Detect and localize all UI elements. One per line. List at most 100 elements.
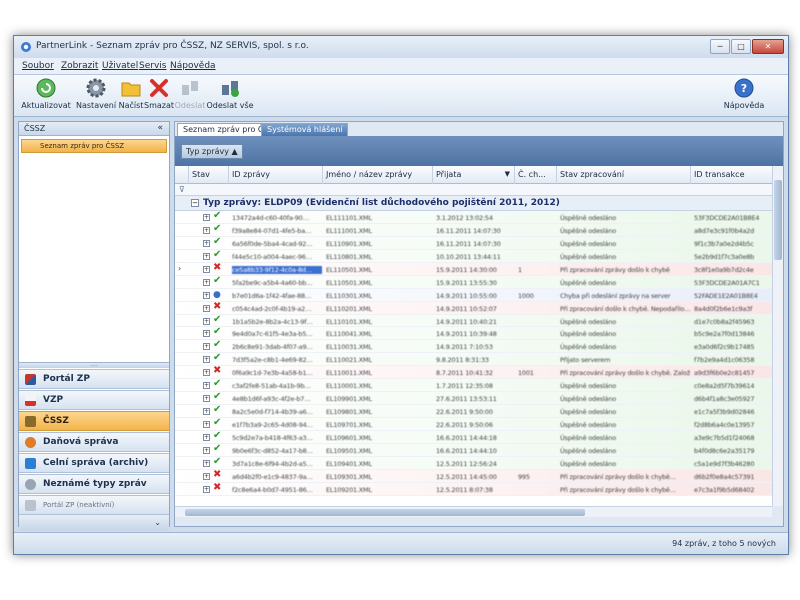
nav-configure-button[interactable]: ⌄ bbox=[19, 515, 169, 531]
col-id-transakce[interactable]: ID transakce bbox=[691, 166, 772, 184]
menu-servis[interactable]: Servis bbox=[139, 61, 166, 71]
expand-row-icon[interactable]: + bbox=[203, 356, 210, 364]
table-row[interactable]: + ✔ 8a2c5e0d-f714-4b39-a6… EL109801.XML 22.6… bbox=[175, 404, 772, 418]
menu-soubor[interactable]: Soubor bbox=[22, 61, 54, 71]
collapse-panel-icon[interactable]: « bbox=[157, 123, 163, 133]
close-button[interactable]: ✕ bbox=[752, 39, 784, 54]
expand-row-icon[interactable]: + bbox=[203, 369, 210, 377]
grid-rows: + ✔ 13472a4d-c60-40fa-90… EL111101.XML 3.1.2… bbox=[175, 210, 772, 496]
table-row[interactable]: + ✖ a6d4b2f0-e1c9-4837-9a… EL109301.XML 12.5… bbox=[175, 469, 772, 483]
help-button[interactable]: ? Nápověda bbox=[722, 77, 766, 115]
status-ok-icon: ✔ bbox=[213, 339, 222, 351]
col-stav-zpracovani[interactable]: Stav zpracování bbox=[557, 166, 691, 184]
col-id-zpravy[interactable]: ID zprávy bbox=[229, 166, 323, 184]
expand-row-icon[interactable]: + bbox=[203, 239, 210, 247]
expand-row-icon[interactable]: + bbox=[203, 446, 210, 454]
table-row[interactable]: + ✔ 2b6c8e91-3dab-4f07-a9… EL110031.XML 14.9… bbox=[175, 339, 772, 354]
menu-uzivatel[interactable]: Uživatel bbox=[102, 61, 138, 71]
nav-portal-zp[interactable]: Portál ZP bbox=[19, 369, 169, 389]
expand-row-icon[interactable]: + bbox=[203, 252, 210, 260]
table-row[interactable]: + ✖ c054c4ad-2c0f-4b19-a2… EL110201.XML 14.9… bbox=[175, 301, 772, 315]
vertical-scrollbar[interactable] bbox=[772, 166, 783, 506]
filter-row[interactable]: ⊽ bbox=[175, 184, 772, 196]
col-prijata[interactable]: Přijata ▼ bbox=[433, 166, 515, 184]
expand-row-icon[interactable]: + bbox=[203, 433, 210, 441]
expand-row-icon[interactable]: + bbox=[203, 291, 210, 299]
expand-row-icon[interactable]: + bbox=[203, 459, 210, 467]
title-bar[interactable]: PartnerLink - Seznam zpráv pro ČSSZ, NZ … bbox=[14, 36, 788, 58]
expand-row-icon[interactable]: + bbox=[203, 226, 210, 234]
menu-napoveda[interactable]: Nápověda bbox=[170, 61, 216, 71]
nav-cssz[interactable]: ČSSZ bbox=[19, 411, 169, 431]
table-row[interactable]: + ✔ e1f7b3a9-2c65-4d08-94… EL109701.XML 22.6… bbox=[175, 417, 772, 431]
nav-portal-zp-inactive[interactable]: Portál ZP (neaktivní) bbox=[19, 495, 169, 515]
table-row[interactable]: + ✔ 9e4d0a7c-61f5-4e3a-b5… EL110041.XML 14.9… bbox=[175, 326, 772, 341]
expand-row-icon[interactable]: + bbox=[203, 330, 210, 338]
table-row[interactable]: + ✔ 5fa2be9c-a5b4-4a60-bb… EL110501.XML 15.9… bbox=[175, 275, 772, 289]
table-row[interactable]: › + ✖ ce5a8b33-9f12-4c0a-8d… EL110501.XML 15.… bbox=[175, 262, 772, 276]
expand-row-icon[interactable]: + bbox=[203, 304, 210, 312]
nav-celni-sprava[interactable]: Celní správa (archiv) bbox=[19, 453, 169, 473]
group-by-chip[interactable]: Typ zprávy ▲ bbox=[181, 144, 243, 159]
filter-icon[interactable]: ⊽ bbox=[179, 185, 185, 194]
table-row[interactable]: + ✔ 6a56f0de-5ba4-4cad-92… EL110901.XML 16.1… bbox=[175, 236, 772, 250]
table-row[interactable]: + ✔ f44e5c10-a004-4aec-96… EL110801.XML 10.1… bbox=[175, 249, 772, 263]
help-icon: ? bbox=[734, 78, 754, 98]
settings-button[interactable]: Nastavení bbox=[76, 77, 116, 115]
group-row[interactable]: − Typ zprávy: ELDP09 (Evidenční list důc… bbox=[175, 196, 772, 211]
table-row[interactable]: + ✔ 1b1a5b2e-8b2a-4c13-9f… EL110101.XML 14.9… bbox=[175, 314, 772, 328]
table-row[interactable]: + ✖ f2c8e6a4-b0d7-4951-86… EL109201.XML 12.5… bbox=[175, 482, 772, 496]
minimize-button[interactable]: ─ bbox=[710, 39, 730, 54]
expand-row-icon[interactable]: + bbox=[203, 472, 210, 480]
table-row[interactable]: + ✔ 13472a4d-c60-40fa-90… EL111101.XML 3.1.2… bbox=[175, 210, 772, 224]
tree-item-seznam-zprav[interactable]: Seznam zpráv pro ČSSZ bbox=[21, 139, 167, 153]
table-row[interactable]: + ✔ c3af2fe8-51ab-4a1b-9b… EL110001.XML 1.7.… bbox=[175, 378, 772, 393]
cell-date: 14.9.2011 7:10:53 bbox=[436, 343, 493, 352]
expand-row-icon[interactable]: + bbox=[203, 278, 210, 286]
expand-row-icon[interactable]: + bbox=[203, 408, 210, 416]
col-jmeno[interactable]: Jméno / název zprávy bbox=[323, 166, 433, 184]
load-button[interactable]: Načíst bbox=[118, 77, 144, 115]
maximize-button[interactable]: □ bbox=[731, 39, 751, 54]
tab-systemova-hlaseni[interactable]: Systémová hlášení bbox=[261, 123, 349, 136]
nav-danova-sprava[interactable]: Daňová správa bbox=[19, 432, 169, 452]
nav-vzp[interactable]: VZP bbox=[19, 390, 169, 410]
cell-id: 2b6c8e91-3dab-4f07-a9… bbox=[232, 343, 313, 352]
col-stav[interactable]: Stav bbox=[189, 166, 229, 184]
expand-row-icon[interactable]: + bbox=[203, 317, 210, 325]
horizontal-scrollbar[interactable] bbox=[175, 506, 772, 517]
expand-row-icon[interactable]: + bbox=[203, 214, 210, 221]
table-row[interactable]: + ✔ 9b0e6f3c-d852-4a17-b8… EL109501.XML 16.6… bbox=[175, 443, 772, 457]
cell-date: 14.9.2011 10:52:07 bbox=[436, 304, 497, 313]
table-row[interactable]: + ✔ 5c9d2e7a-b418-4f63-a3… EL109601.XML 16.6… bbox=[175, 430, 772, 444]
expand-row-icon[interactable]: + bbox=[203, 382, 210, 390]
menu-zobrazit[interactable]: Zobrazit bbox=[61, 61, 98, 71]
vertical-scroll-thumb[interactable] bbox=[774, 180, 782, 260]
group-label: Typ zprávy: ELDP09 (Evidenční list důcho… bbox=[203, 198, 560, 208]
expand-row-icon[interactable]: + bbox=[203, 343, 210, 351]
cell-date: 14.9.2011 10:40:21 bbox=[436, 317, 497, 326]
table-row[interactable]: + ✔ f39a8e84-07d1-4fe5-ba… EL111001.XML 16.1… bbox=[175, 223, 772, 237]
cell-name: EL109301.XML bbox=[326, 472, 372, 481]
group-collapse-icon[interactable]: − bbox=[191, 199, 199, 207]
delete-button[interactable]: Smazat bbox=[144, 77, 174, 115]
table-row[interactable]: + ✔ 4e8b1d6f-a93c-4f2e-b7… EL109901.XML 27.6… bbox=[175, 391, 772, 406]
col-cislo-chyby[interactable]: Č. ch... bbox=[515, 166, 557, 184]
portal-zp-inactive-icon bbox=[25, 500, 36, 511]
menu-bar: Soubor Zobrazit Uživatel Servis Nápověda bbox=[14, 58, 788, 75]
table-row[interactable]: + ✔ 7d3f5a2e-c8b1-4e69-82… EL110021.XML 9.8.… bbox=[175, 352, 772, 367]
nav-nezname-typy[interactable]: Neznámé typy zpráv bbox=[19, 474, 169, 494]
table-row[interactable]: + ✔ 3d7a1c8e-6f94-4b2d-a5… EL109401.XML 12.5… bbox=[175, 456, 772, 470]
expand-row-icon[interactable]: + bbox=[203, 395, 210, 403]
expand-row-icon[interactable]: + bbox=[203, 421, 210, 428]
table-row[interactable]: + ✖ 0f6a9c1d-7e3b-4a58-b1… EL110011.XML 8.7.… bbox=[175, 365, 772, 380]
send-button[interactable]: Odeslat bbox=[174, 77, 206, 115]
horizontal-scroll-thumb[interactable] bbox=[185, 509, 585, 516]
cell-tx: 5e2b9d1f7c3a0e8b bbox=[694, 252, 755, 261]
cell-id: c054c4ad-2c0f-4b19-a2… bbox=[232, 304, 312, 313]
send-all-button[interactable]: Odeslat vše bbox=[206, 77, 254, 115]
expand-row-icon[interactable]: + bbox=[203, 485, 210, 493]
table-row[interactable]: + ● b7e01d6a-1f42-4fae-88… EL110301.XML 14.9… bbox=[175, 288, 772, 302]
expand-row-icon[interactable]: + bbox=[203, 265, 210, 273]
refresh-button[interactable]: Aktualizovat bbox=[18, 77, 74, 115]
